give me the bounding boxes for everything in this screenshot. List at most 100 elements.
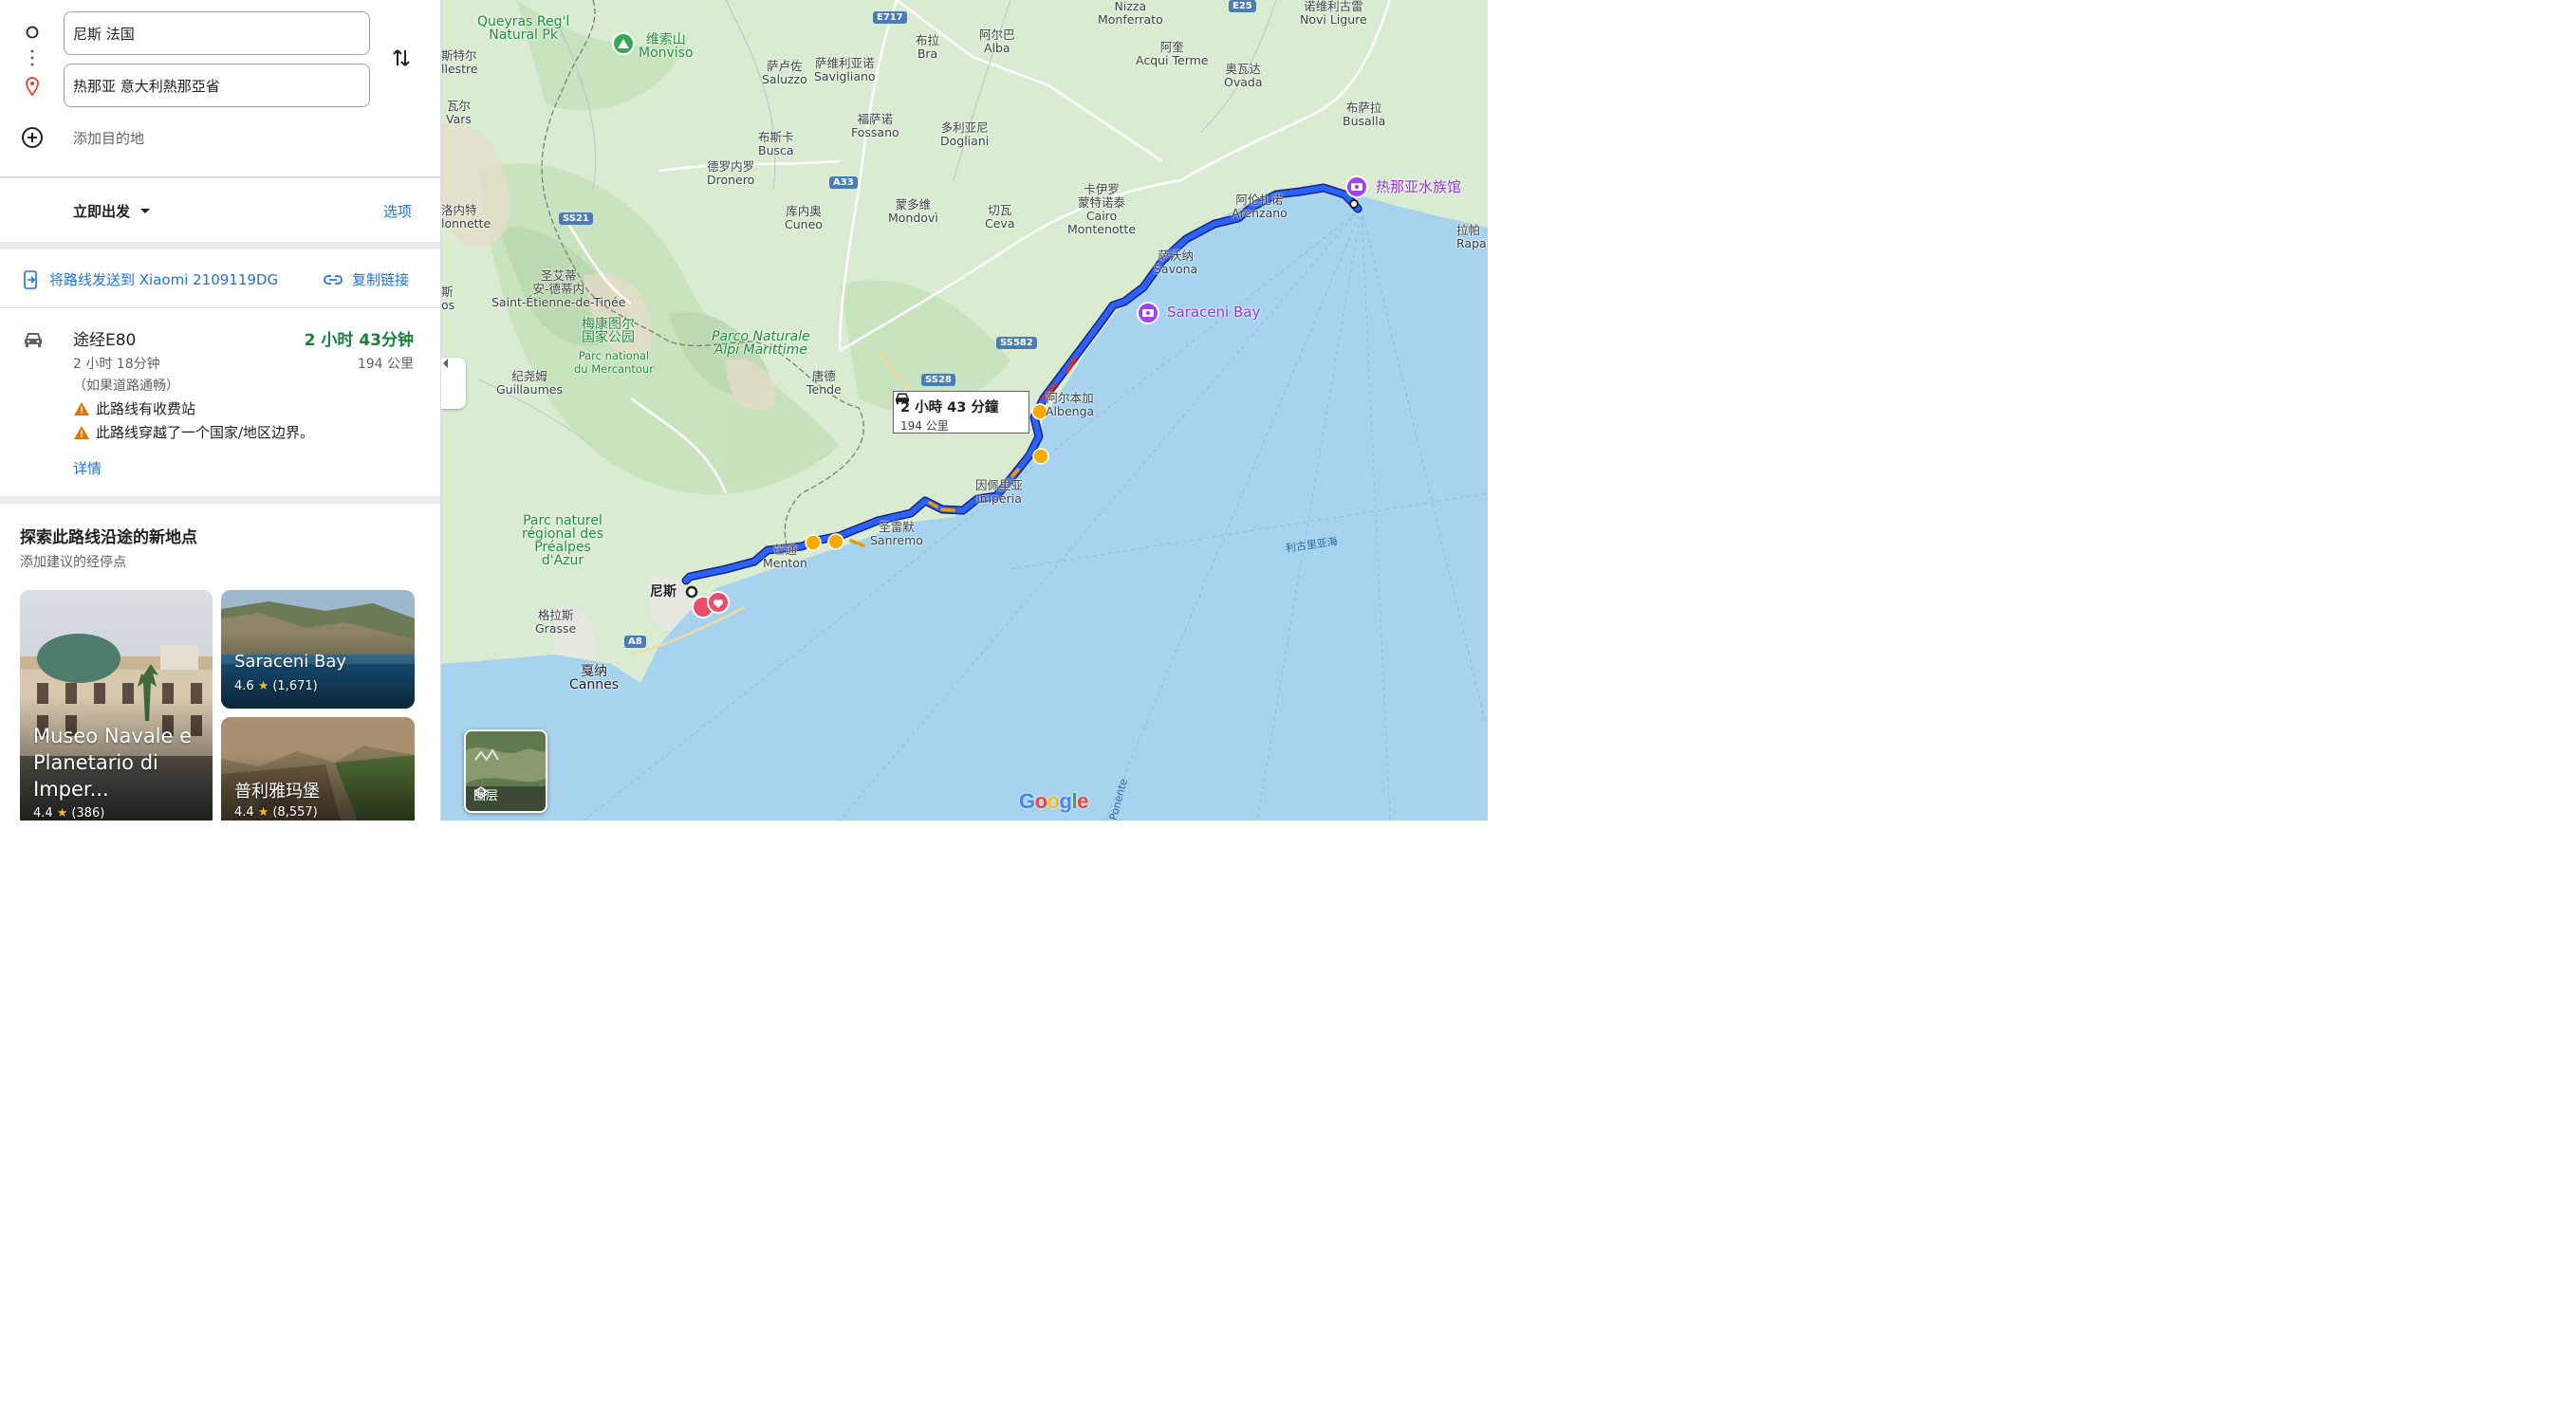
road-shield: SS21 xyxy=(559,212,593,225)
road-shield: SS582 xyxy=(996,337,1037,349)
send-to-device-button[interactable]: 将路线发送到 Xiaomi 2109119DG xyxy=(23,269,278,289)
road-shield: A8 xyxy=(624,636,646,648)
add-destination-button[interactable]: 添加目的地 xyxy=(73,128,144,148)
map-label: 卡伊罗 蒙特诺泰 Cairo Montenotte xyxy=(1067,182,1137,236)
map-label: 萨沃纳 Savona xyxy=(1154,249,1198,276)
warning-border: 此路线穿越了一个国家/地区边界。 xyxy=(73,422,314,442)
road-shield: E25 xyxy=(1229,0,1256,12)
directions-panel: 尼斯 法国 热那亚 意大利熱那亞省 添加目的地 立即出发 选项 将路线发送到 X… xyxy=(0,0,441,821)
place-rating: 4.4 ★ (386) xyxy=(33,806,105,821)
map-label: 圣雷默 Sanremo xyxy=(870,520,923,547)
place-title: Museo Navale e Planetario di Imper... xyxy=(33,725,193,801)
map-label: 维索山 Monviso xyxy=(639,32,694,61)
star-icon: ★ xyxy=(257,679,269,693)
layers-button[interactable]: 图层 xyxy=(464,729,547,813)
destination-input[interactable]: 热那亚 意大利熱那亞省 xyxy=(64,64,370,107)
details-link[interactable]: 详情 xyxy=(73,458,102,478)
map-canvas[interactable]: Queyras Reg'l Natural Pk 维索山 Monviso E717 … xyxy=(441,0,1488,821)
map-label: Nizza Monferrato xyxy=(1098,0,1163,27)
map-label: Parco Naturale Alpi Marittime xyxy=(712,329,810,358)
warning-icon xyxy=(74,401,89,415)
divider xyxy=(0,242,440,249)
link-icon xyxy=(324,274,343,285)
divider xyxy=(0,307,440,308)
map-label: 库内奥 Cuneo xyxy=(785,204,823,231)
route-box-duration: 2 小時 43 分鐘 xyxy=(900,400,999,415)
poi-label-aquarium[interactable]: 热那亚水族馆 xyxy=(1376,180,1461,194)
map-label: 诺维利古雷 Novi Ligure xyxy=(1300,0,1367,27)
chevron-down-icon xyxy=(140,208,151,213)
warning-toll: 此路线有收费站 xyxy=(73,398,195,418)
google-logo: Google xyxy=(1019,789,1088,813)
route-info-box[interactable]: 2 小時 43 分鐘 194 公里 xyxy=(893,391,1029,433)
add-destination-icon[interactable] xyxy=(20,125,45,150)
place-card-saraceni-bay[interactable]: Saraceni Bay 4.6 ★ (1,671) xyxy=(221,590,415,709)
depart-now-label: 立即出发 xyxy=(73,203,131,220)
map-label: 阿奎 Acqui Terme xyxy=(1136,40,1209,67)
divider xyxy=(0,496,440,504)
place-card-castle[interactable]: 普利雅玛堡 4.4 ★ (8,557) xyxy=(221,717,415,821)
depart-now-dropdown[interactable]: 立即出发 xyxy=(73,201,151,221)
collapse-panel-button[interactable] xyxy=(441,358,466,409)
map-label-nice: 尼斯 xyxy=(650,584,676,599)
star-icon: ★ xyxy=(56,806,68,821)
route-via: 途经E80 xyxy=(73,331,137,350)
map-label: 圣艾蒂 安-德蒂内 Saint-Étienne-de-Tinée xyxy=(491,268,626,309)
poi-label-saraceni[interactable]: Saraceni Bay xyxy=(1167,305,1260,320)
place-title: Saraceni Bay xyxy=(234,652,347,672)
map-label: 布萨拉 Busalla xyxy=(1343,101,1386,128)
route-distance: 194 公里 xyxy=(357,357,414,372)
options-link[interactable]: 选项 xyxy=(383,201,412,221)
place-title: 普利雅玛堡 xyxy=(234,782,320,802)
send-to-device-label: 将路线发送到 Xiaomi 2109119DG xyxy=(49,271,279,288)
car-icon xyxy=(21,329,46,350)
route-dots-icon xyxy=(28,47,36,68)
send-to-phone-icon xyxy=(24,269,37,289)
origin-circle-icon xyxy=(23,25,42,40)
warning-icon xyxy=(74,425,89,439)
car-icon xyxy=(896,393,909,405)
swap-directions-icon[interactable] xyxy=(389,45,414,71)
map-label: 蒙多维 Mondovì xyxy=(888,197,938,225)
start-marker[interactable] xyxy=(685,585,698,599)
map-label: Parc national du Mercantour xyxy=(574,349,654,376)
map-label: 斯 os xyxy=(441,285,455,312)
origin-input[interactable]: 尼斯 法国 xyxy=(64,11,370,55)
map-label: 斯特尔 llestre xyxy=(441,48,478,76)
map-label: 阿尔本加 Albenga xyxy=(1046,391,1095,418)
warning-text: 此路线有收费站 xyxy=(96,400,196,417)
end-marker[interactable] xyxy=(1349,199,1359,209)
map-label: 拉帕 Rapal xyxy=(1456,223,1488,250)
star-icon: ★ xyxy=(257,805,269,820)
map-label: 福萨诺 Fossano xyxy=(851,112,899,139)
destination-pin-icon xyxy=(23,77,42,96)
map-label: 洛内特 lonnette xyxy=(441,203,491,231)
map-label: 布拉 Bra xyxy=(916,33,940,61)
copy-link-button[interactable]: 复制链接 xyxy=(324,269,409,289)
explore-title: 探索此路线沿途的新地点 xyxy=(20,528,197,547)
map-label: 布斯卡 Busca xyxy=(758,130,794,157)
map-label: 纪尧姆 Guillaumes xyxy=(496,369,563,396)
map-label: 萨卢佐 Saluzzo xyxy=(762,59,807,86)
map-label: 梅康图尔 国家公园 xyxy=(582,317,635,345)
map-label: 因佩里亚 Imperia xyxy=(975,478,1024,506)
route-box-distance: 194 公里 xyxy=(900,419,949,433)
road-shield: E717 xyxy=(873,11,907,24)
place-card-museo-navale[interactable]: Museo Navale e Planetario di Imper... 4.… xyxy=(20,590,213,821)
map-label: 格拉斯 Grasse xyxy=(535,608,577,636)
warning-text: 此路线穿越了一个国家/地区边界。 xyxy=(96,424,315,441)
map-label: 戛纳 Cannes xyxy=(569,664,620,692)
map-label: Queyras Reg'l Natural Pk xyxy=(477,14,570,43)
layers-icon xyxy=(473,786,489,799)
map-label: 芒通 Menton xyxy=(763,543,807,570)
copy-link-label: 复制链接 xyxy=(352,271,410,288)
map-label: 多利亚尼 Dogliani xyxy=(940,120,990,148)
map-label: 奥瓦达 Ovada xyxy=(1224,62,1263,89)
map-label: 阿尔巴 Alba xyxy=(979,28,1015,55)
map-label: 萨维利亚诺 Savigliano xyxy=(814,56,876,83)
place-rating: 4.6 ★ (1,671) xyxy=(234,679,318,693)
road-shield: A33 xyxy=(829,176,858,189)
route-typical-time: 2 小时 18分钟 xyxy=(73,357,160,372)
park-pin[interactable] xyxy=(612,32,635,55)
map-label: 德罗内罗 Dronero xyxy=(707,159,755,187)
